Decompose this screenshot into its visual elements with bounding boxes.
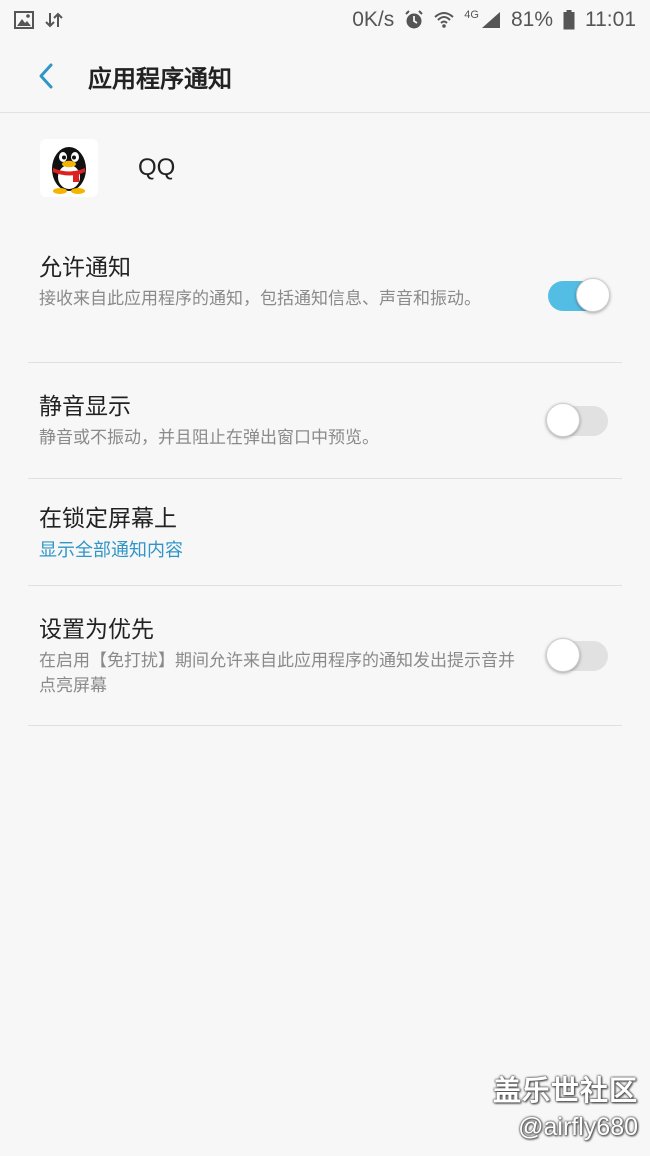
back-arrow-icon [39, 63, 53, 89]
silent-display-toggle[interactable] [546, 402, 608, 437]
setting-lock-screen[interactable]: 在锁定屏幕上 显示全部通知内容 [28, 479, 622, 586]
alarm-icon [404, 10, 424, 30]
battery-icon [563, 10, 575, 30]
setting-title: 允许通知 [39, 255, 131, 281]
network-speed: 0K/s [352, 8, 395, 31]
lock-screen-value: 显示全部通知内容 [39, 540, 183, 561]
setting-title: 在锁定屏幕上 [39, 506, 177, 532]
clock: 11:01 [585, 8, 636, 31]
qq-penguin-icon [40, 139, 98, 197]
watermark: 盖乐世社区 @airfly680 [493, 1069, 638, 1142]
setting-title: 静音显示 [39, 394, 131, 420]
image-icon [14, 11, 34, 29]
network-type: 4G [464, 9, 479, 21]
setting-silent-display[interactable]: 静音显示 静音或不振动，并且阻止在弹出窗口中预览。 [28, 363, 622, 479]
signal-icon [481, 11, 501, 29]
app-header: 应用程序通知 [0, 40, 650, 113]
status-right: 0K/s 4G 81% 11:01 [352, 8, 636, 32]
settings-list: 允许通知 接收来自此应用程序的通知，包括通知信息、声音和振动。 静音显示 静音或… [28, 230, 622, 726]
battery-percent: 81% [510, 8, 553, 31]
data-transfer-icon [44, 11, 64, 29]
watermark-title: 盖乐世社区 [492, 1074, 638, 1107]
toggle-knob [546, 637, 580, 672]
setting-description: 接收来自此应用程序的通知，包括通知信息、声音和振动。 [39, 289, 481, 309]
setting-title: 设置为优先 [39, 617, 154, 643]
page-title: 应用程序通知 [88, 64, 232, 93]
status-bar: 0K/s 4G 81% 11:01 [0, 0, 650, 40]
toggle-knob [546, 402, 580, 437]
app-info-row: QQ [0, 113, 650, 223]
toggle-knob [576, 278, 610, 312]
set-priority-toggle[interactable] [546, 637, 608, 672]
setting-set-priority[interactable]: 设置为优先 在启用【免打扰】期间允许来自此应用程序的通知发出提示音并点亮屏幕 [28, 586, 622, 726]
back-button[interactable] [26, 56, 66, 96]
setting-description: 在启用【免打扰】期间允许来自此应用程序的通知发出提示音并点亮屏幕 [39, 651, 515, 696]
watermark-handle: @airfly680 [518, 1113, 638, 1141]
setting-allow-notifications[interactable]: 允许通知 接收来自此应用程序的通知，包括通知信息、声音和振动。 [28, 230, 622, 363]
wifi-icon [434, 11, 454, 29]
setting-description: 静音或不振动，并且阻止在弹出窗口中预览。 [39, 428, 379, 448]
status-left [14, 11, 64, 29]
app-name: QQ [138, 154, 176, 181]
allow-notifications-toggle[interactable] [548, 278, 610, 312]
